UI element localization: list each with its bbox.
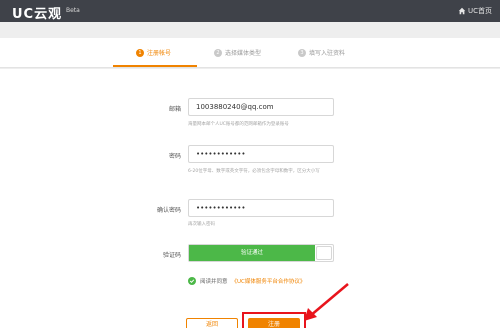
- beta-badge: Beta: [66, 7, 80, 14]
- uc-home-label: UC首页: [467, 7, 492, 15]
- agreement-link[interactable]: 《UC媒体服务平台合作协议》: [232, 277, 306, 285]
- uc-logo[interactable]: UC云观: [12, 3, 62, 22]
- step-select-media-type: 2 选择媒体类型: [214, 48, 261, 57]
- agreement-text: 阅读并同意: [200, 279, 228, 285]
- email-label: 邮箱: [168, 106, 181, 113]
- password-field[interactable]: ••••••••••••: [188, 145, 334, 163]
- password-hint: 6-20位字母、数字或英文字符，必须包含字母和数字，区分大小写: [188, 169, 320, 174]
- captcha-slider-handle[interactable]: [316, 246, 332, 260]
- step-label: 注册帐号: [147, 50, 172, 57]
- home-icon: [458, 7, 466, 15]
- back-button[interactable]: 返回: [186, 318, 238, 328]
- confirm-password-field[interactable]: ••••••••••••: [188, 199, 334, 217]
- step-fill-info: 3 填写入驻资料: [298, 48, 345, 57]
- step-number: 3: [298, 48, 306, 57]
- annotation-highlight-box: [242, 312, 306, 328]
- agreement-row: 阅读并同意 《UC媒体服务平台合作协议》: [188, 277, 305, 285]
- active-step-underline: [113, 65, 197, 67]
- step-number: 1: [136, 48, 144, 57]
- step-number: 2: [214, 48, 222, 57]
- check-icon[interactable]: [188, 277, 196, 285]
- annotation-arrow-icon: [304, 283, 349, 321]
- captcha-slider[interactable]: 验证通过: [188, 244, 334, 262]
- captcha-status: 验证通过: [189, 245, 315, 261]
- step-label: 填写入驻资料: [309, 50, 346, 57]
- password-label: 密码: [168, 153, 181, 160]
- email-field[interactable]: 1003880240@qq.com: [188, 98, 334, 116]
- top-bar: UC云观 Beta UC首页: [0, 0, 500, 22]
- confirm-password-hint: 再次输入密码: [188, 222, 215, 227]
- progress-steps: 1 注册帐号 2 选择媒体类型 3 填写入驻资料: [0, 38, 500, 68]
- uc-home-link[interactable]: UC首页: [458, 6, 492, 16]
- step-register-account: 1 注册帐号: [136, 48, 171, 57]
- captcha-label: 验证码: [162, 252, 181, 259]
- confirm-password-label: 确认密码: [156, 207, 181, 214]
- step-label: 选择媒体类型: [225, 50, 262, 57]
- email-hint: 海量网本邮个人UC账号都的范网邮箱作为登录账号: [188, 122, 289, 127]
